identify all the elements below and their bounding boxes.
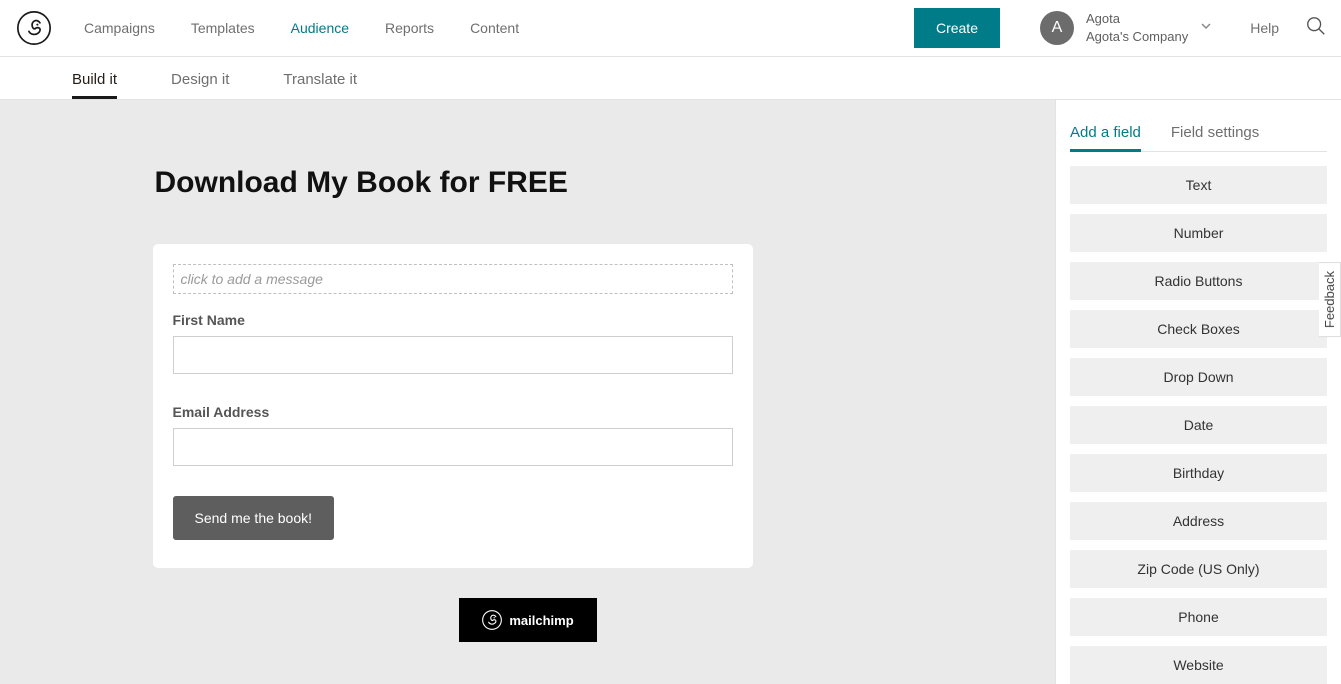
tab-add-field[interactable]: Add a field (1070, 124, 1141, 152)
form-canvas: Download My Book for FREE click to add a… (0, 100, 1056, 684)
field-date[interactable]: Date (1070, 406, 1327, 444)
email-input[interactable] (173, 428, 733, 466)
create-button[interactable]: Create (914, 8, 1000, 48)
field-type-list: Text Number Radio Buttons Check Boxes Dr… (1070, 166, 1327, 684)
tab-translate-it[interactable]: Translate it (283, 71, 357, 99)
mailchimp-badge[interactable]: mailchimp (459, 598, 597, 642)
help-link[interactable]: Help (1250, 20, 1279, 36)
tab-design-it[interactable]: Design it (171, 71, 229, 99)
first-name-input[interactable] (173, 336, 733, 374)
top-nav: Campaigns Templates Audience Reports Con… (0, 0, 1341, 57)
field-address[interactable]: Address (1070, 502, 1327, 540)
side-tabs: Add a field Field settings (1070, 124, 1327, 152)
nav-reports[interactable]: Reports (385, 20, 434, 36)
message-placeholder[interactable]: click to add a message (173, 264, 733, 294)
first-name-label: First Name (173, 312, 733, 328)
account-name: Agota (1086, 10, 1188, 28)
field-checkboxes[interactable]: Check Boxes (1070, 310, 1327, 348)
field-phone[interactable]: Phone (1070, 598, 1327, 636)
field-number[interactable]: Number (1070, 214, 1327, 252)
nav-items: Campaigns Templates Audience Reports Con… (84, 20, 519, 36)
nav-audience[interactable]: Audience (291, 20, 349, 36)
nav-templates[interactable]: Templates (191, 20, 255, 36)
field-website[interactable]: Website (1070, 646, 1327, 684)
nav-content[interactable]: Content (470, 20, 519, 36)
account-company: Agota's Company (1086, 28, 1188, 46)
tab-field-settings[interactable]: Field settings (1171, 124, 1259, 151)
mailchimp-logo-icon[interactable] (14, 8, 54, 48)
sub-tabs: Build it Design it Translate it (0, 57, 1341, 100)
account-menu[interactable]: A Agota Agota's Company (1040, 10, 1212, 45)
avatar: A (1040, 11, 1074, 45)
field-zip[interactable]: Zip Code (US Only) (1070, 550, 1327, 588)
side-panel: Add a field Field settings Text Number R… (1056, 100, 1341, 684)
tab-build-it[interactable]: Build it (72, 71, 117, 99)
field-radio[interactable]: Radio Buttons (1070, 262, 1327, 300)
mailchimp-badge-icon (481, 609, 503, 631)
work-area: Download My Book for FREE click to add a… (0, 100, 1341, 684)
email-label: Email Address (173, 404, 733, 420)
field-text[interactable]: Text (1070, 166, 1327, 204)
mailchimp-badge-text: mailchimp (509, 613, 573, 628)
field-dropdown[interactable]: Drop Down (1070, 358, 1327, 396)
account-text: Agota Agota's Company (1086, 10, 1188, 45)
feedback-tab[interactable]: Feedback (1319, 262, 1341, 337)
form-title[interactable]: Download My Book for FREE (155, 166, 753, 200)
form-card: click to add a message First Name Email … (153, 244, 753, 568)
field-birthday[interactable]: Birthday (1070, 454, 1327, 492)
nav-campaigns[interactable]: Campaigns (84, 20, 155, 36)
submit-button[interactable]: Send me the book! (173, 496, 335, 540)
chevron-down-icon (1200, 19, 1212, 37)
search-icon[interactable] (1305, 15, 1327, 42)
